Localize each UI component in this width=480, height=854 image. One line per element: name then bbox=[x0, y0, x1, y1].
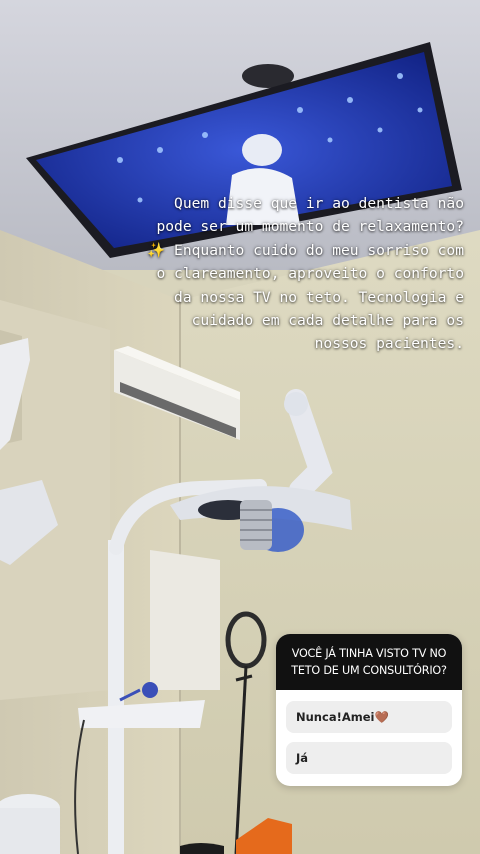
story-caption: Quem disse que ir ao dentista não pode s… bbox=[24, 192, 464, 356]
story-screen: Quem disse que ir ao dentista não pode s… bbox=[0, 0, 480, 854]
caption-line-5: da nossa TV no teto. Tecnologia e bbox=[174, 288, 464, 306]
poll-sticker: VOCÊ JÁ TINHA VISTO TV NO TETO DE UM CON… bbox=[276, 634, 462, 786]
caption-line-4: o clareamento, aproveito o conforto bbox=[156, 265, 464, 283]
caption-line-6: cuidado em cada detalhe para os bbox=[191, 312, 464, 330]
caption-line-3: ✨ Enquanto cuido do meu sorriso com bbox=[147, 241, 464, 259]
poll-option-ja[interactable]: Já bbox=[286, 742, 452, 774]
caption-line-2: pode ser um momento de relaxamento? bbox=[156, 218, 464, 236]
caption-line-1: Quem disse que ir ao dentista não bbox=[174, 195, 464, 212]
caption-line-7: nossos pacientes. bbox=[314, 335, 464, 353]
poll-option-nunca-amei[interactable]: Nunca!Amei🤎 bbox=[286, 701, 452, 733]
poll-question: VOCÊ JÁ TINHA VISTO TV NO TETO DE UM CON… bbox=[276, 634, 462, 690]
